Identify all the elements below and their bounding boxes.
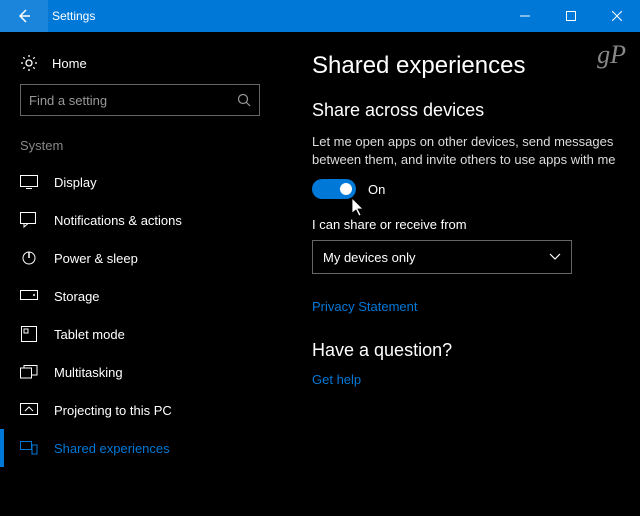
nav-storage[interactable]: Storage — [0, 277, 280, 315]
nav-label: Notifications & actions — [54, 213, 182, 228]
nav-label: Display — [54, 175, 97, 190]
nav-multitasking[interactable]: Multitasking — [0, 353, 280, 391]
nav-tablet-mode[interactable]: Tablet mode — [0, 315, 280, 353]
search-input-wrap[interactable] — [20, 84, 260, 116]
shared-icon — [20, 439, 38, 457]
sidebar: Home System Display Notifications & acti… — [0, 32, 280, 516]
nav-projecting[interactable]: Projecting to this PC — [0, 391, 280, 429]
nav-label: Multitasking — [54, 365, 123, 380]
question-heading: Have a question? — [312, 340, 616, 361]
section-title: Share across devices — [312, 100, 616, 121]
nav-label: Projecting to this PC — [54, 403, 172, 418]
minimize-button[interactable] — [502, 0, 548, 32]
dropdown-value: My devices only — [323, 250, 415, 265]
search-input[interactable] — [29, 93, 237, 108]
nav-shared-experiences[interactable]: Shared experiences — [0, 429, 280, 467]
search-icon — [237, 93, 251, 107]
display-icon — [20, 173, 38, 191]
chevron-down-icon — [549, 253, 561, 261]
nav-label: Shared experiences — [54, 441, 170, 456]
share-from-dropdown[interactable]: My devices only — [312, 240, 572, 274]
help-link[interactable]: Get help — [312, 372, 361, 387]
maximize-icon — [566, 11, 576, 21]
back-button[interactable] — [0, 0, 48, 32]
section-desc: Let me open apps on other devices, send … — [312, 133, 616, 169]
gear-icon — [20, 54, 38, 72]
main-panel: Shared experiences Share across devices … — [280, 32, 640, 516]
nav-label: Tablet mode — [54, 327, 125, 342]
power-icon — [20, 249, 38, 267]
close-icon — [612, 11, 622, 21]
home-label: Home — [52, 56, 87, 71]
titlebar: Settings — [0, 0, 640, 32]
maximize-button[interactable] — [548, 0, 594, 32]
share-toggle[interactable] — [312, 179, 356, 199]
window-controls — [502, 0, 640, 32]
share-from-label: I can share or receive from — [312, 217, 616, 232]
nav-notifications[interactable]: Notifications & actions — [0, 201, 280, 239]
nav-group-label: System — [0, 134, 280, 163]
nav-label: Power & sleep — [54, 251, 138, 266]
nav-display[interactable]: Display — [0, 163, 280, 201]
multitasking-icon — [20, 363, 38, 381]
tablet-icon — [20, 325, 38, 343]
nav-label: Storage — [54, 289, 100, 304]
page-heading: Shared experiences — [312, 52, 616, 80]
window-title: Settings — [52, 9, 502, 23]
storage-icon — [20, 287, 38, 305]
minimize-icon — [520, 11, 530, 21]
privacy-link[interactable]: Privacy Statement — [312, 299, 418, 314]
projecting-icon — [20, 401, 38, 419]
notifications-icon — [20, 211, 38, 229]
home-nav[interactable]: Home — [0, 46, 280, 84]
close-button[interactable] — [594, 0, 640, 32]
back-arrow-icon — [16, 8, 32, 24]
toggle-state-label: On — [368, 182, 385, 197]
nav-power[interactable]: Power & sleep — [0, 239, 280, 277]
toggle-knob — [340, 183, 352, 195]
